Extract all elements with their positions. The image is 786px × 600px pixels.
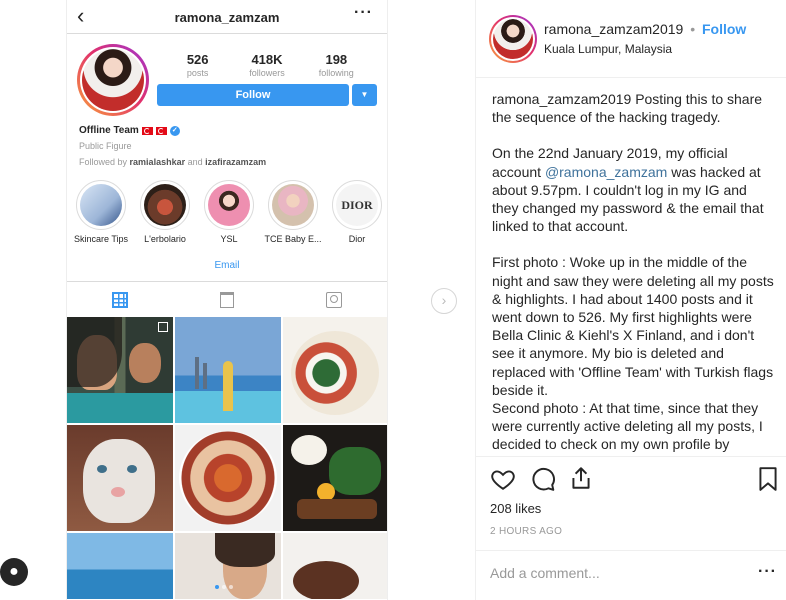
post-location[interactable]: Kuala Lumpur, Malaysia xyxy=(544,42,672,56)
follow-button[interactable]: Follow xyxy=(702,21,746,37)
profile-topbar: ‹ ramona_zamzam ··· xyxy=(67,0,387,34)
stat-label: following xyxy=(318,68,354,78)
feed-icon xyxy=(220,291,234,308)
post-author-username[interactable]: ramona_zamzam2019 xyxy=(544,21,683,37)
profile-follow-button: Follow xyxy=(157,84,349,106)
grid-photo xyxy=(283,317,387,423)
multiple-photos-icon xyxy=(158,322,168,332)
stat-value: 418K xyxy=(251,52,283,67)
comment-icon[interactable] xyxy=(530,466,556,492)
more-options-icon: ··· xyxy=(354,4,373,21)
carousel-dots xyxy=(215,585,233,589)
post-author-avatar[interactable] xyxy=(489,15,537,63)
followed-by: Followed by ramialashkar and izafirazamz… xyxy=(79,157,267,167)
caption-p4: Second photo : At that time, since that … xyxy=(492,400,763,456)
account-icon[interactable]: ● xyxy=(0,558,28,586)
profile-stats: 526 posts 418K followers 198 following xyxy=(163,52,371,78)
display-name-text: Offline Team xyxy=(79,125,139,136)
add-comment-input[interactable]: Add a comment... xyxy=(490,565,600,581)
actions-divider xyxy=(475,456,786,457)
grid-photo xyxy=(283,425,387,531)
highlight-item: DIOR Dior xyxy=(325,180,387,244)
grid-photo xyxy=(175,533,281,599)
more-options-icon[interactable]: ··· xyxy=(758,563,777,581)
share-icon[interactable] xyxy=(568,465,594,491)
tab-feed xyxy=(174,282,281,317)
tagged-icon xyxy=(325,291,342,308)
post-header: ramona_zamzam2019 • Follow Kuala Lumpur,… xyxy=(476,0,786,78)
turkish-flag-icon xyxy=(141,126,153,135)
heart-icon[interactable] xyxy=(490,466,516,492)
highlight-label: TCE Baby E... xyxy=(264,234,322,244)
grid-icon xyxy=(112,291,129,308)
post-timestamp[interactable]: 2 HOURS AGO xyxy=(490,526,562,537)
highlight-item: YSL xyxy=(197,180,261,244)
tab-grid xyxy=(67,282,174,317)
caption-p3: First photo : Woke up in the middle of t… xyxy=(492,254,774,398)
profile-photo-grid xyxy=(67,317,387,599)
separator-dot: • xyxy=(690,21,696,37)
grid-photo xyxy=(67,425,173,531)
verified-badge-icon: ✓ xyxy=(169,125,180,136)
grid-photo xyxy=(67,533,173,599)
highlight-label: Dior xyxy=(348,234,366,244)
stat-following: 198 following xyxy=(302,52,371,78)
highlight-item: Skincare Tips xyxy=(69,180,133,244)
turkish-flag-icon xyxy=(155,126,167,135)
post-caption: ramona_zamzam2019 Posting this to share … xyxy=(492,90,777,456)
screen: ‹ ramona_zamzam ··· 526 posts 418K follo… xyxy=(0,0,786,600)
profile-username: ramona_zamzam xyxy=(174,10,280,25)
post-author-line: ramona_zamzam2019 • Follow xyxy=(544,21,746,37)
highlight-label: L'erbolario xyxy=(144,234,186,244)
bookmark-icon[interactable] xyxy=(757,466,779,492)
profile-tabs xyxy=(67,281,387,317)
next-post-arrow-icon[interactable]: › xyxy=(431,288,457,314)
tab-tagged xyxy=(280,282,387,317)
highlight-item: L'erbolario xyxy=(133,180,197,244)
profile-email-link: Email xyxy=(214,260,240,271)
grid-photo xyxy=(283,533,387,599)
profile-category: Public Figure xyxy=(79,141,132,151)
stat-posts: 526 posts xyxy=(163,52,232,78)
profile-avatar xyxy=(77,44,149,116)
highlight-label: YSL xyxy=(220,234,238,244)
caption-username[interactable]: ramona_zamzam2019 xyxy=(492,91,631,107)
highlight-item: TCE Baby E... xyxy=(261,180,325,244)
stat-value: 198 xyxy=(325,52,348,67)
profile-display-name: Offline Team ✓ xyxy=(79,125,180,136)
grid-photo xyxy=(175,317,281,423)
highlight-label: Skincare Tips xyxy=(73,234,129,244)
grid-photo xyxy=(175,425,281,531)
stat-followers: 418K followers xyxy=(232,52,301,78)
grid-photo xyxy=(67,317,173,423)
stat-label: followers xyxy=(249,68,285,78)
chevron-down-icon: ▼ xyxy=(352,84,377,106)
comment-divider xyxy=(475,550,786,551)
caption-mention[interactable]: @ramona_zamzam xyxy=(545,164,667,180)
story-highlights: Skincare Tips L'erbolario YSL TCE Baby E… xyxy=(69,180,387,244)
stat-label: posts xyxy=(186,68,209,78)
post-image-profile-screenshot: ‹ ramona_zamzam ··· 526 posts 418K follo… xyxy=(66,0,388,600)
likes-count[interactable]: 208 likes xyxy=(490,501,541,516)
stat-value: 526 xyxy=(186,52,209,67)
